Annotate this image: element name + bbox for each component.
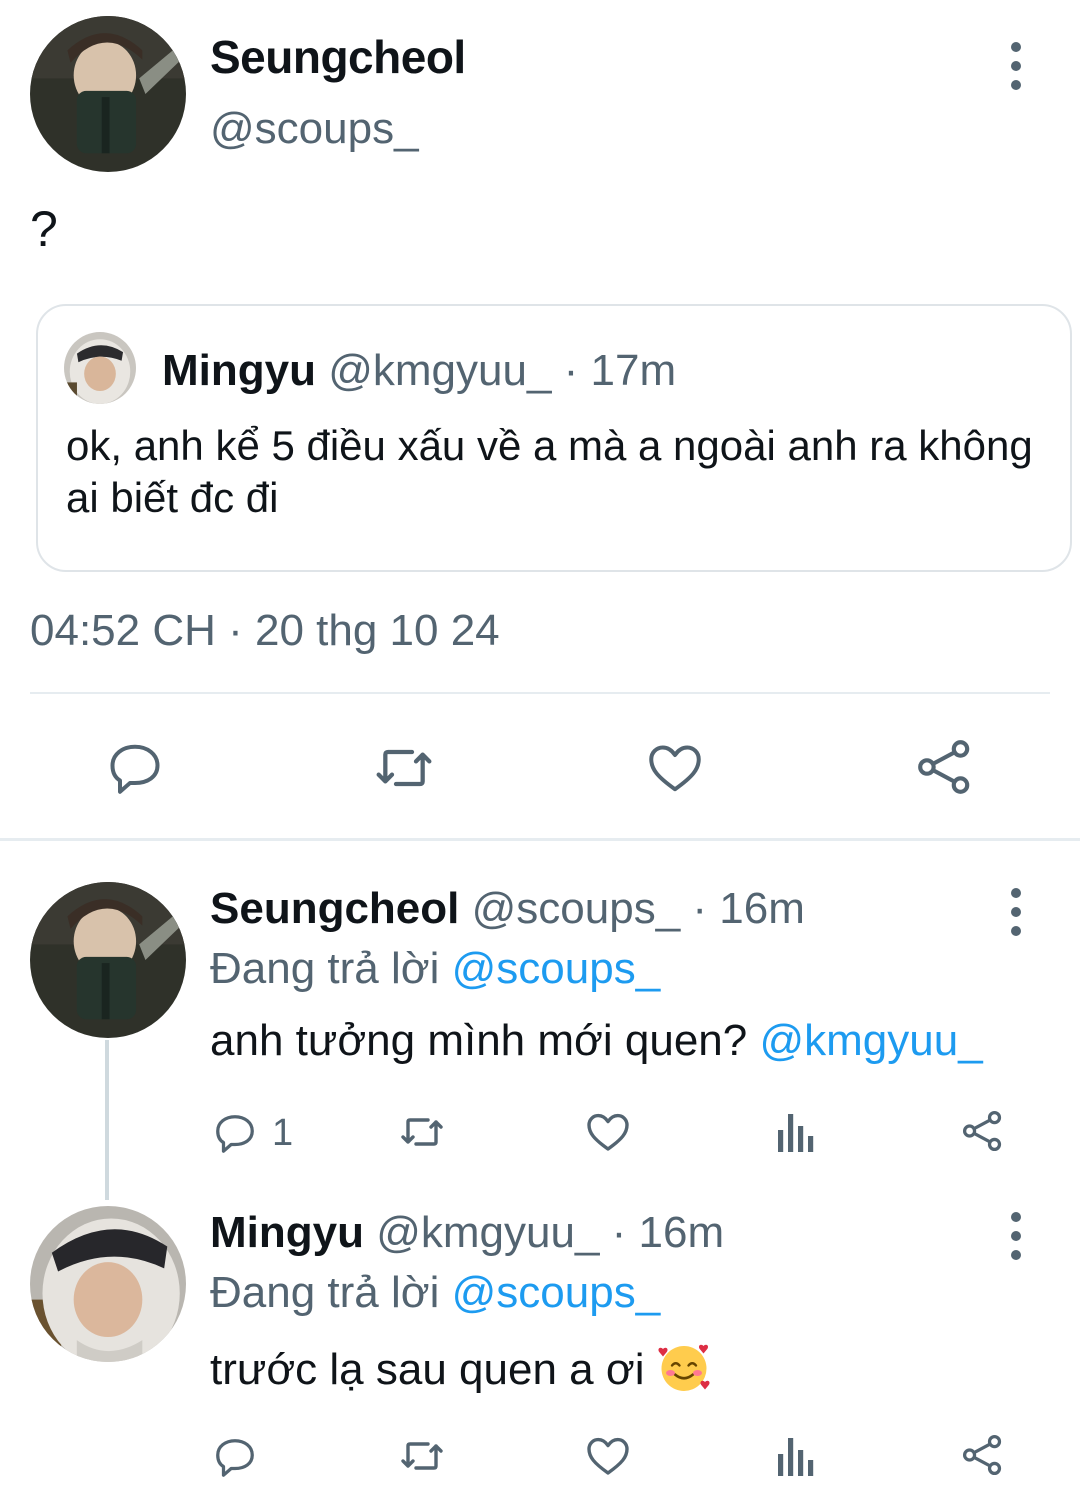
more-options-icon[interactable] xyxy=(1006,888,1026,936)
views-icon[interactable] xyxy=(776,1110,816,1154)
more-options-icon[interactable] xyxy=(1006,42,1026,90)
reply-text: trước lạ sau quen a ơi xyxy=(210,1340,711,1395)
quote-text: ok, anh kể 5 điều xấu về a mà a ngoài an… xyxy=(66,422,1033,521)
reply-text-body: trước lạ sau quen a ơi xyxy=(210,1345,645,1394)
reply-author-name[interactable]: Seungcheol xyxy=(210,884,459,933)
tweet-timestamp[interactable]: 04:52 CH · 20 thg 10 24 xyxy=(30,606,500,656)
replying-to-mention[interactable]: @scoups_ xyxy=(452,944,661,993)
reply-icon[interactable] xyxy=(105,738,165,798)
reply-author-meta: @scoups_ · 16m xyxy=(471,884,805,933)
avatar-seungcheol-image xyxy=(30,882,186,1038)
smiling-face-with-hearts-icon xyxy=(657,1340,711,1394)
replying-to: Đang trả lời @scoups_ xyxy=(210,1268,660,1318)
quote-author-meta: @kmgyuu_ · 17m xyxy=(328,346,677,395)
like-icon[interactable] xyxy=(644,738,706,798)
retweet-icon[interactable] xyxy=(396,1432,448,1480)
share-icon[interactable] xyxy=(914,736,976,798)
reply-mention[interactable]: @kmgyuu_ xyxy=(759,1016,982,1065)
more-options-icon[interactable] xyxy=(1006,1212,1026,1260)
divider xyxy=(30,692,1050,694)
avatar-seungcheol[interactable] xyxy=(30,882,186,1038)
reply-icon[interactable] xyxy=(212,1110,258,1156)
section-separator xyxy=(0,838,1080,841)
avatar-mingyu-small-image xyxy=(64,332,136,404)
avatar-mingyu-small[interactable] xyxy=(64,332,136,404)
reply-text-body: anh tưởng mình mới quen? xyxy=(210,1016,748,1065)
replying-to: Đang trả lời @scoups_ xyxy=(210,944,660,994)
reply-count: 1 xyxy=(272,1112,294,1154)
reply-header: Mingyu @kmgyuu_ · 16m xyxy=(210,1208,724,1258)
avatar-mingyu[interactable] xyxy=(30,1206,186,1362)
share-icon[interactable] xyxy=(960,1108,1006,1154)
like-icon[interactable] xyxy=(584,1432,632,1480)
reply-author-meta: @kmgyuu_ · 16m xyxy=(376,1208,725,1257)
views-icon[interactable] xyxy=(776,1434,816,1478)
retweet-icon[interactable] xyxy=(396,1108,448,1156)
replying-to-label: Đang trả lời xyxy=(210,1268,440,1317)
quoted-tweet[interactable]: Mingyu @kmgyuu_ · 17m ok, anh kể 5 điều … xyxy=(36,304,1072,572)
replying-to-mention[interactable]: @scoups_ xyxy=(452,1268,661,1317)
quote-author-name[interactable]: Mingyu xyxy=(162,346,316,395)
reply-header: Seungcheol @scoups_ · 16m xyxy=(210,884,805,934)
avatar-seungcheol[interactable] xyxy=(30,16,186,172)
avatar-seungcheol-image xyxy=(30,16,186,172)
reply-icon[interactable] xyxy=(212,1434,258,1480)
reply-author-name[interactable]: Mingyu xyxy=(210,1208,364,1257)
author-name[interactable]: Seungcheol xyxy=(210,30,466,84)
replying-to-label: Đang trả lời xyxy=(210,944,440,993)
tweet-text: ? xyxy=(30,201,58,257)
share-icon[interactable] xyxy=(960,1432,1006,1478)
like-icon[interactable] xyxy=(584,1108,632,1156)
retweet-icon[interactable] xyxy=(370,736,438,800)
author-handle[interactable]: @scoups_ xyxy=(210,104,419,154)
reply-text: anh tưởng mình mới quen? @kmgyuu_ xyxy=(210,1016,983,1066)
thread-connector xyxy=(105,1040,109,1200)
avatar-mingyu-image xyxy=(30,1206,186,1362)
quote-header: Mingyu @kmgyuu_ · 17m xyxy=(162,346,676,396)
